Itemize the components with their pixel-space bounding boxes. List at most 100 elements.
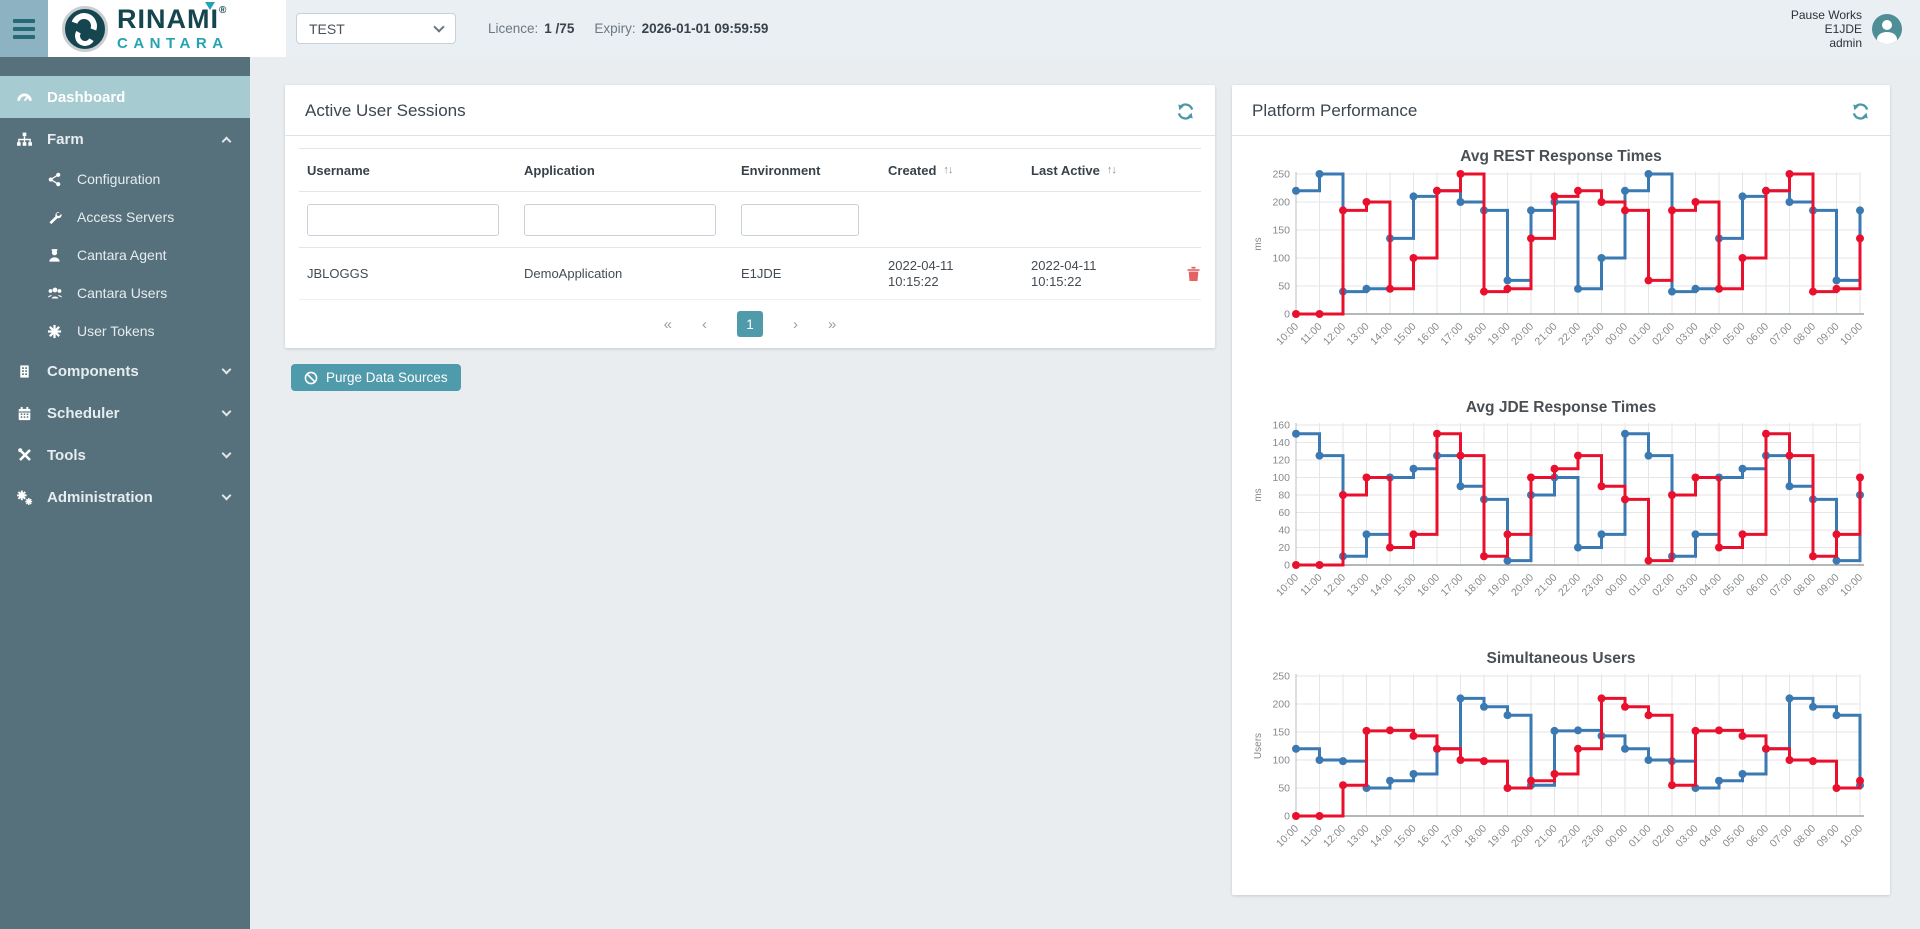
sidebar-item-label: Components — [47, 363, 223, 380]
pagination-next-button[interactable]: › — [793, 316, 798, 333]
svg-text:05:00: 05:00 — [1721, 321, 1748, 348]
pagination-prev-button[interactable]: ‹ — [702, 316, 707, 333]
sessions-table: Username Application Environment Created… — [285, 136, 1215, 348]
main-content: Active User Sessions Username Applicatio… — [250, 57, 1920, 929]
calendar-icon — [16, 405, 33, 422]
username-filter-input[interactable] — [307, 204, 499, 236]
chevron-down-icon — [222, 365, 232, 375]
svg-text:06:00: 06:00 — [1744, 572, 1771, 599]
hamburger-menu-button[interactable] — [0, 0, 48, 57]
pagination-page-1[interactable]: 1 — [737, 311, 763, 337]
pagination-first-button[interactable]: « — [664, 316, 672, 333]
sidebar-item-label: Access Servers — [77, 209, 230, 225]
tools-icon — [16, 447, 33, 464]
table-row[interactable]: JBLOGGS DemoApplication E1JDE 2022-04-11… — [299, 248, 1201, 300]
sidebar-item-cantara-agent[interactable]: Cantara Agent — [0, 236, 250, 274]
svg-text:03:00: 03:00 — [1674, 572, 1701, 599]
sidebar-item-cantara-users[interactable]: Cantara Users — [0, 274, 250, 312]
svg-text:50: 50 — [1278, 783, 1290, 795]
environment-select[interactable]: TEST — [296, 13, 456, 44]
svg-text:08:00: 08:00 — [1791, 823, 1818, 850]
svg-text:13:00: 13:00 — [1345, 823, 1372, 850]
sidebar-item-label: Cantara Agent — [77, 247, 230, 263]
svg-text:20:00: 20:00 — [1509, 321, 1536, 348]
application-filter-input[interactable] — [524, 204, 716, 236]
top-header: RINAMI® CANTARA TEST Licence: 1 /75 Expi… — [0, 0, 1920, 57]
gears-icon — [16, 489, 33, 506]
sessions-panel-title: Active User Sessions — [305, 101, 466, 121]
svg-text:15:00: 15:00 — [1392, 321, 1419, 348]
chart-title: Avg REST Response Times — [1250, 148, 1872, 166]
sidebar-item-label: User Tokens — [77, 323, 230, 339]
svg-text:04:00: 04:00 — [1697, 321, 1724, 348]
licence-value: 1 /75 — [544, 21, 574, 36]
svg-text:13:00: 13:00 — [1345, 572, 1372, 599]
purge-data-sources-button[interactable]: Purge Data Sources — [291, 364, 461, 391]
licence-label: Licence: — [488, 21, 538, 36]
user-avatar[interactable] — [1872, 14, 1902, 44]
svg-text:18:00: 18:00 — [1462, 823, 1489, 850]
licence-info: Licence: 1 /75 Expiry: 2026-01-01 09:59:… — [488, 0, 782, 57]
svg-text:01:00: 01:00 — [1627, 321, 1654, 348]
sort-icon[interactable]: ↑↓ — [1107, 164, 1116, 176]
user-company: Pause Works — [1791, 8, 1862, 22]
svg-text:08:00: 08:00 — [1791, 572, 1818, 599]
sidebar-item-farm[interactable]: Farm — [0, 118, 250, 160]
chart-canvas: 020406080100120140160ms10:0011:0012:0013… — [1250, 417, 1872, 638]
svg-text:16:00: 16:00 — [1415, 823, 1442, 850]
refresh-performance-button[interactable] — [1851, 102, 1870, 121]
chevron-down-icon — [222, 449, 232, 459]
svg-text:10:00: 10:00 — [1274, 572, 1301, 599]
sidebar-item-administration[interactable]: Administration — [0, 476, 250, 518]
sort-icon[interactable]: ↑↓ — [943, 164, 952, 176]
sidebar-item-access-servers[interactable]: Access Servers — [0, 198, 250, 236]
col-header-last-active[interactable]: Last Active↑↓ — [1023, 163, 1178, 178]
user-info: Pause Works E1JDE admin — [1791, 0, 1920, 57]
svg-text:ms: ms — [1253, 237, 1264, 250]
environment-filter-input[interactable] — [741, 204, 859, 236]
sidebar-item-scheduler[interactable]: Scheduler — [0, 392, 250, 434]
sidebar-item-label: Farm — [47, 131, 223, 148]
svg-text:00:00: 00:00 — [1603, 321, 1630, 348]
table-filter-row — [299, 192, 1201, 248]
col-header-created[interactable]: Created↑↓ — [880, 163, 1023, 178]
svg-text:100: 100 — [1272, 755, 1290, 767]
svg-text:23:00: 23:00 — [1580, 823, 1607, 850]
refresh-sessions-button[interactable] — [1176, 102, 1195, 121]
svg-text:60: 60 — [1278, 507, 1290, 519]
performance-panel-title: Platform Performance — [1252, 101, 1417, 121]
svg-text:21:00: 21:00 — [1533, 572, 1560, 599]
token-icon — [46, 323, 63, 340]
sidebar-item-configuration[interactable]: Configuration — [0, 160, 250, 198]
svg-text:10:00: 10:00 — [1838, 572, 1865, 599]
app-root: RINAMI® CANTARA TEST Licence: 1 /75 Expi… — [0, 0, 1920, 929]
col-header-environment: Environment — [733, 163, 880, 178]
brand-logo-icon — [62, 6, 108, 52]
svg-text:07:00: 07:00 — [1768, 572, 1795, 599]
svg-text:09:00: 09:00 — [1815, 572, 1842, 599]
svg-text:05:00: 05:00 — [1721, 823, 1748, 850]
sidebar-item-label: Scheduler — [47, 405, 223, 422]
svg-text:0: 0 — [1284, 560, 1290, 572]
svg-text:150: 150 — [1272, 225, 1290, 237]
pagination-last-button[interactable]: » — [828, 316, 836, 333]
svg-text:100: 100 — [1272, 472, 1290, 484]
chart-canvas: 050100150200250ms10:0011:0012:0013:0014:… — [1250, 166, 1872, 387]
svg-text:150: 150 — [1272, 727, 1290, 739]
sidebar-item-components[interactable]: Components — [0, 350, 250, 392]
brand-name: RINAMI® — [117, 6, 229, 33]
svg-text:19:00: 19:00 — [1486, 321, 1513, 348]
user-environment: E1JDE — [1791, 22, 1862, 36]
svg-text:19:00: 19:00 — [1486, 823, 1513, 850]
expiry-label: Expiry: — [594, 21, 635, 36]
chevron-down-icon — [433, 21, 444, 32]
hamburger-icon — [13, 19, 35, 23]
svg-text:22:00: 22:00 — [1556, 572, 1583, 599]
sidebar-item-user-tokens[interactable]: User Tokens — [0, 312, 250, 350]
svg-text:11:00: 11:00 — [1298, 823, 1325, 850]
delete-session-button[interactable] — [1178, 266, 1201, 282]
svg-text:00:00: 00:00 — [1603, 823, 1630, 850]
sidebar-item-dashboard[interactable]: Dashboard — [0, 76, 250, 118]
svg-text:0: 0 — [1284, 309, 1290, 321]
sidebar-item-tools[interactable]: Tools — [0, 434, 250, 476]
